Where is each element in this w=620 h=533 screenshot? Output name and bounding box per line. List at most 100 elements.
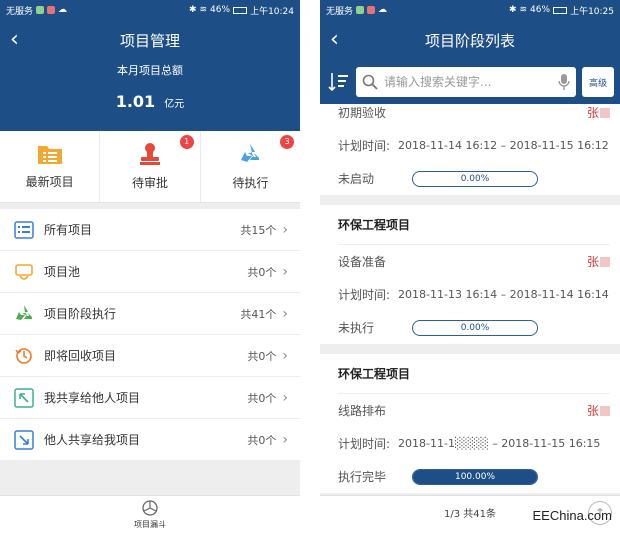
nav-bar: ‹ 项目阶段列表 bbox=[320, 20, 620, 60]
menu-count: 共0个 bbox=[247, 433, 277, 447]
menu-stage-execution[interactable]: 项目阶段执行 共41个 › bbox=[0, 293, 300, 335]
owner-redacted bbox=[600, 405, 610, 416]
recycle-icon bbox=[241, 144, 260, 162]
menu-recycle-soon[interactable]: 即将回收项目 共0个 › bbox=[0, 335, 300, 377]
menu-project-pool[interactable]: 项目池 共0个 › bbox=[0, 251, 300, 293]
menu-shared-with-me[interactable]: 他人共享给我项目 共0个 › bbox=[0, 419, 300, 461]
page-title: 项目阶段列表 bbox=[424, 31, 515, 50]
stage-status: 未启动 bbox=[338, 172, 375, 186]
menu-all-projects[interactable]: 所有项目 共15个 › bbox=[0, 209, 300, 251]
tile-pending-approval[interactable]: 1 待审批 bbox=[100, 131, 201, 202]
bottom-tab-bar: 项目漏斗 bbox=[0, 495, 300, 533]
menu-count: 共0个 bbox=[247, 391, 277, 405]
battery-percent: 46% bbox=[210, 5, 231, 15]
status-row: 未执行 0.00% bbox=[338, 311, 610, 344]
pool-icon bbox=[15, 263, 33, 280]
header: 无服务 ☁ ✱ ≋ 46% 上午10:25 ‹ 项目阶段列表 请输入搜索关键字.… bbox=[320, 0, 620, 104]
clock-recycle-icon bbox=[15, 347, 32, 364]
microphone-icon[interactable] bbox=[558, 73, 570, 91]
share-out-icon bbox=[14, 387, 34, 408]
battery-icon bbox=[233, 6, 248, 14]
pie-chart-icon bbox=[142, 500, 158, 516]
menu-label: 项目阶段执行 bbox=[44, 307, 117, 321]
owner-redacted bbox=[600, 107, 610, 118]
menu-count: 共15个 bbox=[240, 223, 277, 237]
menu-label: 我共享给他人项目 bbox=[44, 391, 141, 405]
battery-percent: 46% bbox=[530, 5, 551, 15]
app-notification-icon bbox=[367, 6, 376, 14]
pagination-text: 1/3 共41条 bbox=[444, 509, 496, 520]
back-icon[interactable]: ‹ bbox=[10, 28, 19, 52]
tile-label: 待执行 bbox=[232, 176, 269, 190]
project-title: 环保工程项目 bbox=[338, 205, 610, 245]
app-notification-icon bbox=[47, 6, 56, 14]
clock-text: 上午10:25 bbox=[570, 6, 614, 17]
menu-label: 他人共享给我项目 bbox=[44, 433, 141, 447]
carrier-text: 无服务 bbox=[326, 6, 354, 17]
plan-row: 计划时间: 2018-11-13 16:14 – 2018-11-14 16:1… bbox=[338, 278, 610, 311]
chevron-right-icon: › bbox=[282, 389, 288, 406]
recycle-icon bbox=[16, 304, 32, 320]
cloud-icon: ☁ bbox=[58, 5, 68, 15]
plan-time: 2018-11-14 16:12 – 2018-11-15 16:12 bbox=[398, 139, 609, 152]
cloud-icon: ☁ bbox=[378, 5, 388, 15]
status-row: 未启动 0.00% bbox=[338, 162, 610, 195]
stage-card[interactable]: 初期验收 张 计划时间: 2018-11-14 16:12 – 2018-11-… bbox=[320, 104, 620, 195]
menu-count: 共0个 bbox=[247, 265, 277, 279]
stage-status: 未执行 bbox=[338, 321, 375, 335]
stage-status: 执行完毕 bbox=[338, 470, 387, 484]
project-menu: 所有项目 共15个 › 项目池 共0个 › 项目阶段执行 共41个 › 即将回收… bbox=[0, 209, 300, 461]
stamp-icon bbox=[139, 143, 160, 165]
tab-label: 项目漏斗 bbox=[134, 520, 166, 529]
project-stage-list-screen: 无服务 ☁ ✱ ≋ 46% 上午10:25 ‹ 项目阶段列表 请输入搜索关键字.… bbox=[320, 0, 620, 533]
plan-time: 2018-11-13 16:14 – 2018-11-14 16:14 bbox=[398, 288, 609, 301]
page-title: 项目管理 bbox=[119, 31, 180, 50]
nav-bar: ‹ 项目管理 bbox=[0, 20, 300, 60]
stage-card[interactable]: 环保工程项目 设备准备 张 计划时间: 2018-11-13 16:14 – 2… bbox=[320, 205, 620, 344]
tab-project-funnel[interactable]: 项目漏斗 bbox=[0, 500, 300, 530]
back-icon[interactable]: ‹ bbox=[330, 28, 339, 52]
search-bar: 高级 bbox=[320, 60, 620, 104]
menu-shared-by-me[interactable]: 我共享给他人项目 共0个 › bbox=[0, 377, 300, 419]
plan-time: 2018-11-1░░░░ – 2018-11-15 16:15 bbox=[398, 437, 601, 450]
progress-bar: 100.00% bbox=[412, 468, 538, 485]
advanced-search-button[interactable]: 高级 bbox=[582, 67, 614, 97]
search-icon bbox=[362, 74, 378, 90]
monthly-total-label: 本月项目总额 bbox=[117, 64, 183, 77]
notification-icon bbox=[36, 6, 45, 14]
plan-label: 计划时间: bbox=[338, 437, 391, 451]
menu-count: 共41个 bbox=[240, 307, 277, 321]
watermark: EEChina.com bbox=[532, 508, 612, 523]
status-row: 执行完毕 100.00% bbox=[338, 460, 610, 493]
chevron-right-icon: › bbox=[282, 221, 288, 238]
search-input[interactable] bbox=[384, 75, 552, 89]
stage-row: 设备准备 张 bbox=[338, 245, 610, 278]
pending-approval-badge: 1 bbox=[179, 135, 194, 149]
tile-pending-execution[interactable]: 3 待执行 bbox=[201, 131, 300, 202]
project-management-screen: 无服务 ☁ ✱ ≋ 46% 上午10:24 ‹ 项目管理 本月项目总额 1.01… bbox=[0, 0, 300, 533]
tile-label: 待审批 bbox=[131, 176, 168, 190]
quick-tiles: 最新项目 1 待审批 3 待执行 bbox=[0, 131, 300, 203]
progress-bar: 0.00% bbox=[412, 170, 538, 187]
search-box bbox=[356, 67, 576, 97]
plan-row: 计划时间: 2018-11-14 16:12 – 2018-11-15 16:1… bbox=[338, 129, 610, 162]
monthly-total-unit: 亿元 bbox=[164, 99, 185, 110]
folder-list-icon bbox=[37, 146, 62, 164]
owner-redacted bbox=[600, 256, 610, 267]
progress-text: 100.00% bbox=[454, 471, 496, 482]
stage-card[interactable]: 环保工程项目 线路排布 张 计划时间: 2018-11-1░░░░ – 2018… bbox=[320, 354, 620, 493]
stage-row: 线路排布 张 bbox=[338, 394, 610, 427]
progress-text: 0.00% bbox=[460, 173, 490, 184]
chevron-right-icon: › bbox=[282, 263, 288, 280]
sort-icon[interactable] bbox=[328, 71, 350, 93]
pending-execution-badge: 3 bbox=[279, 135, 294, 149]
tile-latest-projects[interactable]: 最新项目 bbox=[0, 131, 101, 202]
tile-label: 最新项目 bbox=[25, 175, 74, 189]
stage-name: 初期验收 bbox=[338, 106, 387, 120]
battery-icon bbox=[553, 6, 568, 14]
clock-text: 上午10:24 bbox=[250, 6, 294, 17]
status-bar: 无服务 ☁ ✱ ≋ 46% 上午10:24 bbox=[0, 0, 300, 20]
share-in-icon bbox=[14, 429, 34, 450]
wifi-icon: ≋ bbox=[519, 5, 528, 15]
project-title: 环保工程项目 bbox=[338, 354, 610, 394]
